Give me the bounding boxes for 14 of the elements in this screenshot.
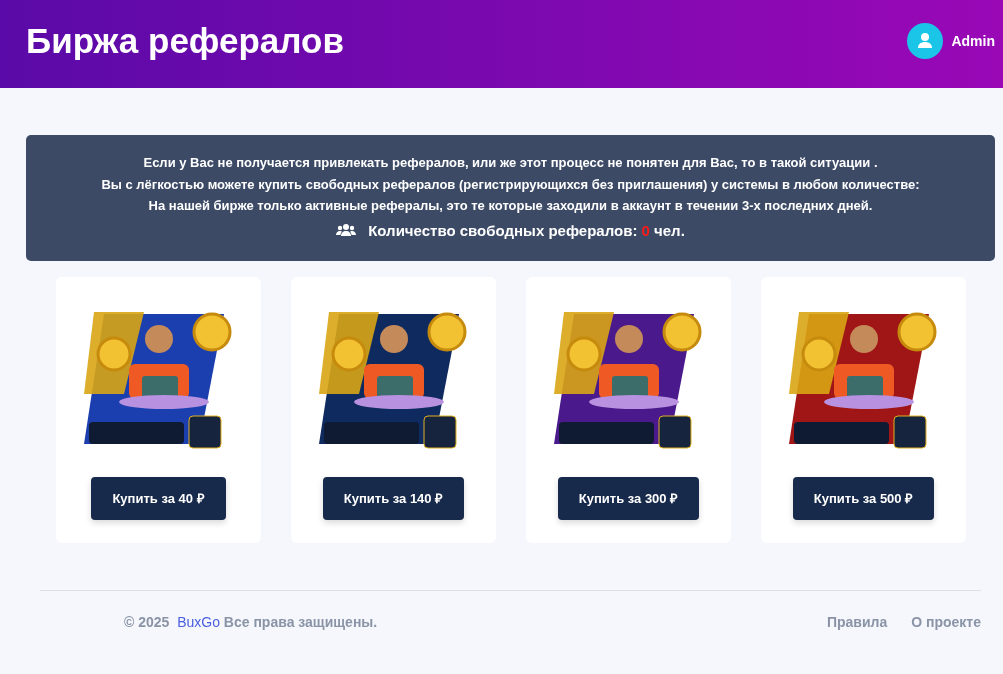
- buy-button[interactable]: Купить за 40 ₽: [91, 476, 226, 520]
- buy-button[interactable]: Купить за 500 ₽: [792, 476, 935, 520]
- buy-button[interactable]: Купить за 300 ₽: [557, 476, 700, 520]
- copyright-text: © 2025 BuxGo Все права защищены.: [124, 613, 378, 630]
- info-text: Вы с лёгкостью можете купить свободных рефералов (регистрирующихся без приглашения) у системы в любом количестве:: [101, 175, 920, 194]
- info-text: Если у Вас не получается привлекать рефералов, или же этот процесс не понятен для Вас, то в такой ситуации .: [143, 154, 878, 172]
- buy-button[interactable]: Купить за 140 ₽: [322, 476, 465, 520]
- info-text: На нашей бирже только активные рефералы, это те которые заходили в аккаунт в течении 3-х последних дней.: [148, 197, 873, 215]
- page-title: Биржа рефералов: [26, 21, 344, 62]
- user-avatar-icon[interactable]: [907, 23, 944, 59]
- free-referrals-count: Количество свободных рефералов: 0 чел.: [368, 221, 685, 239]
- brand-link[interactable]: BuxGo: [177, 613, 220, 630]
- users-icon: [336, 223, 357, 237]
- user-name[interactable]: Admin: [951, 33, 995, 49]
